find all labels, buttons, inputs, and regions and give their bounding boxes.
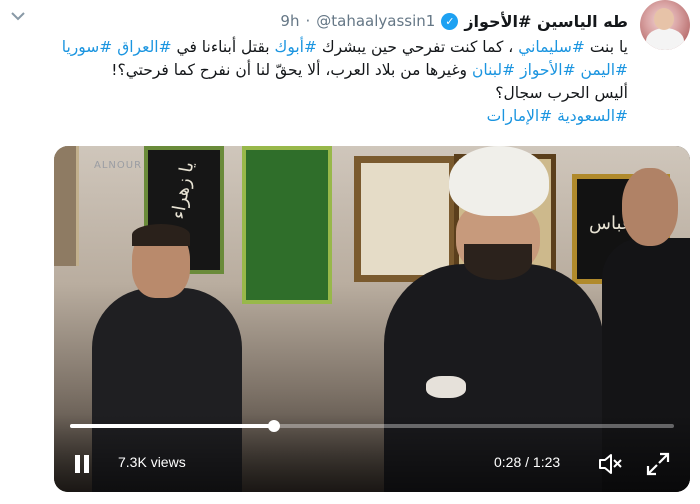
video-progress-bar[interactable] bbox=[70, 420, 674, 432]
hashtag-link[interactable]: #الأحواز bbox=[520, 61, 576, 79]
hashtag-link[interactable]: #السعودية bbox=[557, 107, 628, 125]
calligraphy-text: يا زهراء bbox=[167, 160, 199, 221]
fullscreen-icon[interactable] bbox=[644, 450, 672, 478]
hashtag-link[interactable]: #العراق bbox=[117, 38, 171, 56]
display-name[interactable]: طه الياسين #الأحواز bbox=[464, 12, 628, 31]
tweet-text-segment: بقتل أبناءنا في bbox=[171, 38, 275, 56]
avatar-head bbox=[654, 8, 674, 30]
tweet-text-line: #السعودية #الإمارات bbox=[68, 105, 628, 128]
video-player[interactable]: يا زهراء يا عباس ALNOUR 7.3K views 0:28 … bbox=[54, 146, 690, 492]
hashtag-link[interactable]: #أبوك bbox=[275, 38, 317, 56]
tweet-text-segment: وغيرها من بلاد العرب، ألا يحقّ لنا أن نف… bbox=[111, 61, 472, 79]
tweet-text-line: #اليمن #الأحواز #لبنان وغيرها من بلاد ال… bbox=[68, 59, 628, 82]
avatar-robe bbox=[646, 28, 684, 50]
progress-fill bbox=[70, 424, 274, 428]
timestamp[interactable]: 9h bbox=[280, 12, 299, 30]
tweet-text-segment: يا بنت bbox=[584, 38, 628, 56]
tweet-text-line: يا بنت #سليماني ، كما كنت تفرحي حين يبشر… bbox=[62, 36, 628, 59]
tweet-text-segment: أليس الحرب سجال؟ bbox=[495, 84, 628, 102]
hashtag-link[interactable]: #لبنان bbox=[472, 61, 515, 79]
tweet-text: يا بنت #سليماني ، كما كنت تفرحي حين يبشر… bbox=[62, 36, 628, 128]
tweet-header: طه الياسين #الأحواز ✓ @tahaalyassin1 · 9… bbox=[280, 10, 628, 32]
tweet-card[interactable]: طه الياسين #الأحواز ✓ @tahaalyassin1 · 9… bbox=[0, 0, 700, 504]
verified-badge-icon: ✓ bbox=[441, 12, 459, 30]
video-watermark: ALNOUR bbox=[94, 160, 143, 171]
chevron-down-icon[interactable] bbox=[8, 6, 28, 26]
wall-frame bbox=[54, 146, 79, 266]
pause-icon[interactable] bbox=[68, 450, 96, 478]
view-count: 7.3K views bbox=[118, 454, 186, 470]
hashtag-link[interactable]: #سوريا bbox=[62, 38, 113, 56]
tweet-text-line: أليس الحرب سجال؟ bbox=[68, 82, 628, 105]
volume-muted-icon[interactable] bbox=[596, 450, 624, 478]
user-handle[interactable]: @tahaalyassin1 bbox=[316, 12, 435, 30]
green-banner bbox=[242, 146, 332, 304]
video-time: 0:28 / 1:23 bbox=[494, 454, 561, 470]
avatar[interactable] bbox=[640, 0, 690, 50]
progress-scrubber[interactable] bbox=[267, 420, 280, 432]
hashtag-link[interactable]: #الإمارات bbox=[487, 107, 553, 125]
separator-dot: · bbox=[305, 12, 311, 30]
hashtag-link[interactable]: #اليمن bbox=[581, 61, 628, 79]
hashtag-link[interactable]: #سليماني bbox=[518, 38, 585, 56]
tweet-text-segment: ، كما كنت تفرحي حين يبشرك bbox=[316, 38, 519, 56]
